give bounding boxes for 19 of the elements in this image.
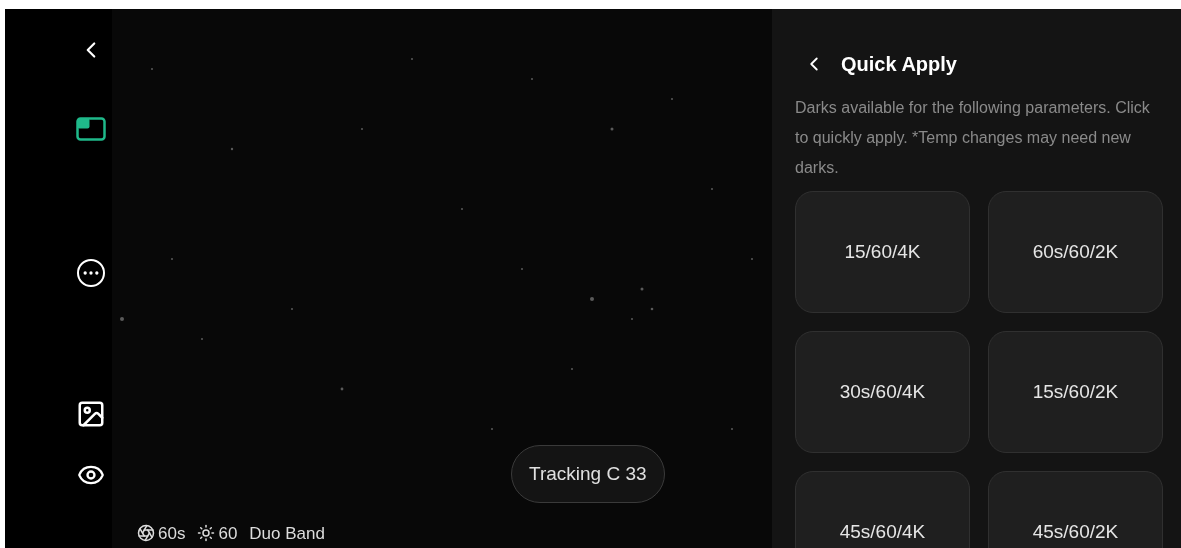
layout-icon (76, 117, 106, 141)
preset-card[interactable]: 30s/60/4K (795, 331, 970, 453)
sidebar-button[interactable] (76, 117, 106, 141)
aperture-icon (137, 524, 155, 543)
light-icon (197, 524, 216, 543)
status-text: 60s (158, 522, 186, 545)
status-text: Duo Band (249, 522, 325, 545)
preset-card[interactable]: 15s/60/2K (988, 331, 1163, 453)
image-icon (76, 399, 106, 429)
status-text: 60 (218, 522, 238, 545)
preset-card[interactable]: 15/60/4K (795, 191, 970, 313)
tracking-button[interactable]: Tracking C 33 (511, 445, 665, 503)
more-icon (77, 259, 105, 287)
preset-card[interactable]: 60s/60/2K (988, 191, 1163, 313)
panel-title: Quick Apply (841, 52, 957, 77)
preset-card[interactable]: 45s/60/2K (988, 471, 1163, 548)
sidebar-button[interactable] (76, 399, 106, 429)
preset-card[interactable]: 45s/60/4K (795, 471, 970, 548)
panel-description: Darks available for the following parameters. Click to quickly apply. *Temp changes may need new darks. (795, 98, 1151, 178)
